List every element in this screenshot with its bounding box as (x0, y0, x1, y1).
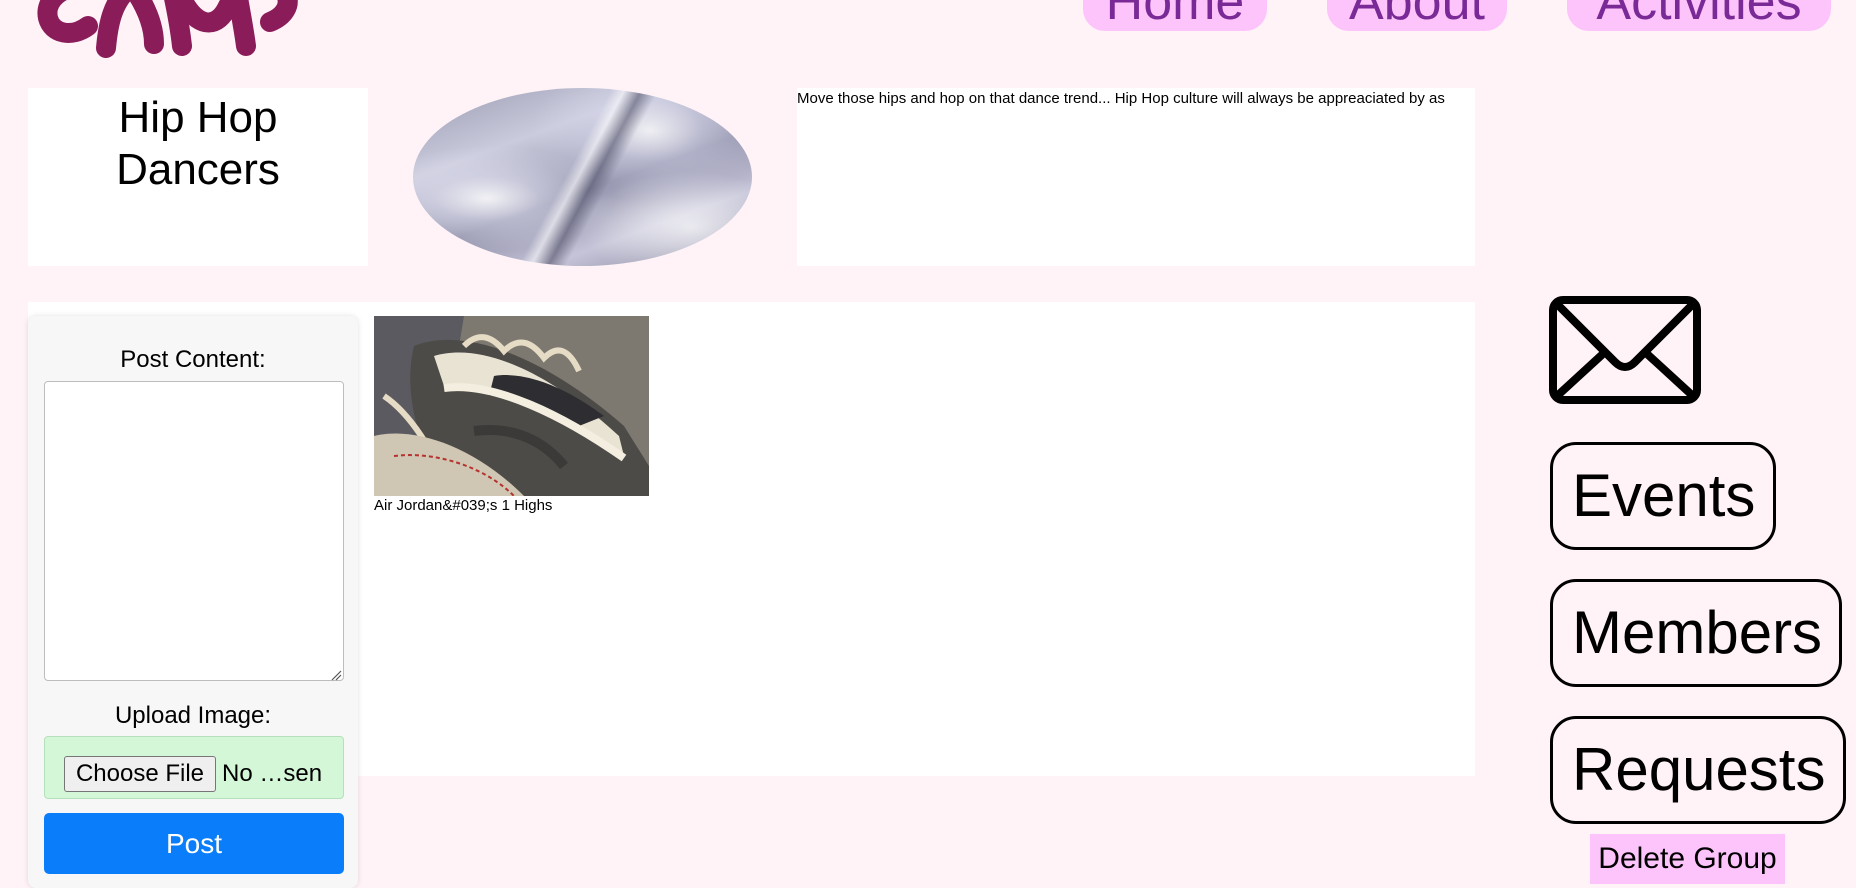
delete-group-button[interactable]: Delete Group (1590, 834, 1785, 884)
page: Home About Activities Hip Hop Dancers Mo… (0, 0, 1856, 888)
post-caption: Air Jordan&#039;s 1 Highs (374, 497, 553, 514)
camp-logo[interactable] (22, 0, 322, 58)
group-description-text: Move those hips and hop on that dance tr… (797, 90, 1445, 107)
group-cover-image (413, 88, 752, 266)
post-submit-button[interactable]: Post (44, 813, 344, 874)
post-image[interactable] (374, 316, 649, 496)
file-input[interactable]: Choose File No …sen (44, 736, 344, 799)
group-title-line2: Dancers (116, 145, 280, 194)
group-title-line1: Hip Hop (118, 93, 278, 142)
post-form: Post Content: Upload Image: Choose File … (28, 316, 358, 888)
sneaker-photo-icon (374, 316, 649, 496)
post-content-textarea[interactable] (44, 381, 344, 681)
file-status-text: No …sen (222, 760, 323, 787)
events-button[interactable]: Events (1550, 442, 1776, 550)
requests-button[interactable]: Requests (1550, 716, 1846, 824)
choose-file-button[interactable]: Choose File (64, 756, 216, 792)
post-content-label: Post Content: (120, 346, 266, 373)
group-description: Move those hips and hop on that dance tr… (797, 88, 1475, 266)
resize-grip-icon[interactable] (330, 669, 342, 681)
envelope-icon[interactable] (1549, 296, 1701, 404)
upload-image-label: Upload Image: (114, 702, 272, 729)
nav-about[interactable]: About (1327, 0, 1507, 31)
members-button[interactable]: Members (1550, 579, 1842, 687)
nav-home[interactable]: Home (1083, 0, 1267, 31)
group-title: Hip Hop Dancers (28, 88, 368, 266)
nav-activities[interactable]: Activities (1567, 0, 1831, 31)
